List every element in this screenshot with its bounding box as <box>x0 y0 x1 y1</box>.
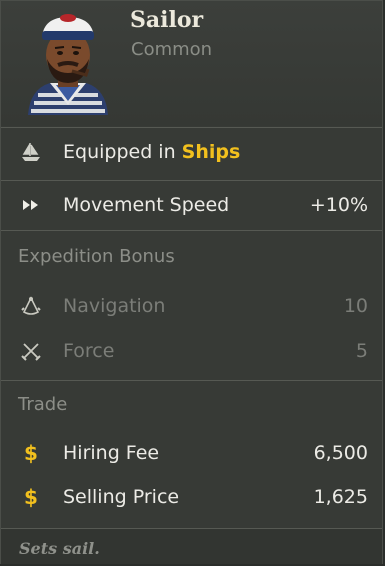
trade-row: $ Hiring Fee 6,500 <box>1 431 382 475</box>
item-rarity: Common <box>131 39 213 60</box>
ship-icon <box>19 140 43 164</box>
trade-value: 1,625 <box>313 486 368 508</box>
movement-value: +10% <box>309 194 368 216</box>
stat-label: Force <box>63 340 115 362</box>
flavor-text: Sets sail. <box>19 539 100 558</box>
crossed-swords-icon <box>19 339 43 363</box>
stat-value: 5 <box>355 340 368 362</box>
stat-value: 10 <box>343 295 368 317</box>
stat-row: Navigation 10 <box>1 284 382 328</box>
divider <box>1 528 382 529</box>
trade-row: $ Selling Price 1,625 <box>1 475 382 519</box>
item-tooltip: Sailor Common Equipped in Ships Movement… <box>0 0 383 564</box>
trade-label: Hiring Fee <box>63 442 160 464</box>
trade-label: Selling Price <box>63 486 180 508</box>
trade-value: 6,500 <box>313 442 368 464</box>
dollar-icon: $ <box>24 441 38 465</box>
divider <box>1 380 382 381</box>
divider <box>1 127 382 128</box>
sextant-icon <box>19 294 43 318</box>
equipped-label: Equipped in Ships <box>63 141 240 163</box>
equipped-target: Ships <box>181 141 241 163</box>
fast-forward-icon <box>19 193 43 217</box>
dollar-icon: $ <box>24 485 38 509</box>
expedition-heading: Expedition Bonus <box>18 246 175 267</box>
sailor-portrait <box>28 14 108 115</box>
tooltip-header: Sailor Common <box>1 1 382 126</box>
movement-row: Movement Speed +10% <box>1 183 382 227</box>
divider <box>1 230 382 231</box>
trade-heading: Trade <box>18 394 68 415</box>
equipped-prefix: Equipped in <box>63 141 176 163</box>
item-name: Sailor <box>130 7 204 33</box>
stat-row: Force 5 <box>1 329 382 373</box>
stat-label: Navigation <box>63 295 166 317</box>
divider <box>1 180 382 181</box>
movement-label: Movement Speed <box>63 194 230 216</box>
equipped-row: Equipped in Ships <box>1 130 382 174</box>
